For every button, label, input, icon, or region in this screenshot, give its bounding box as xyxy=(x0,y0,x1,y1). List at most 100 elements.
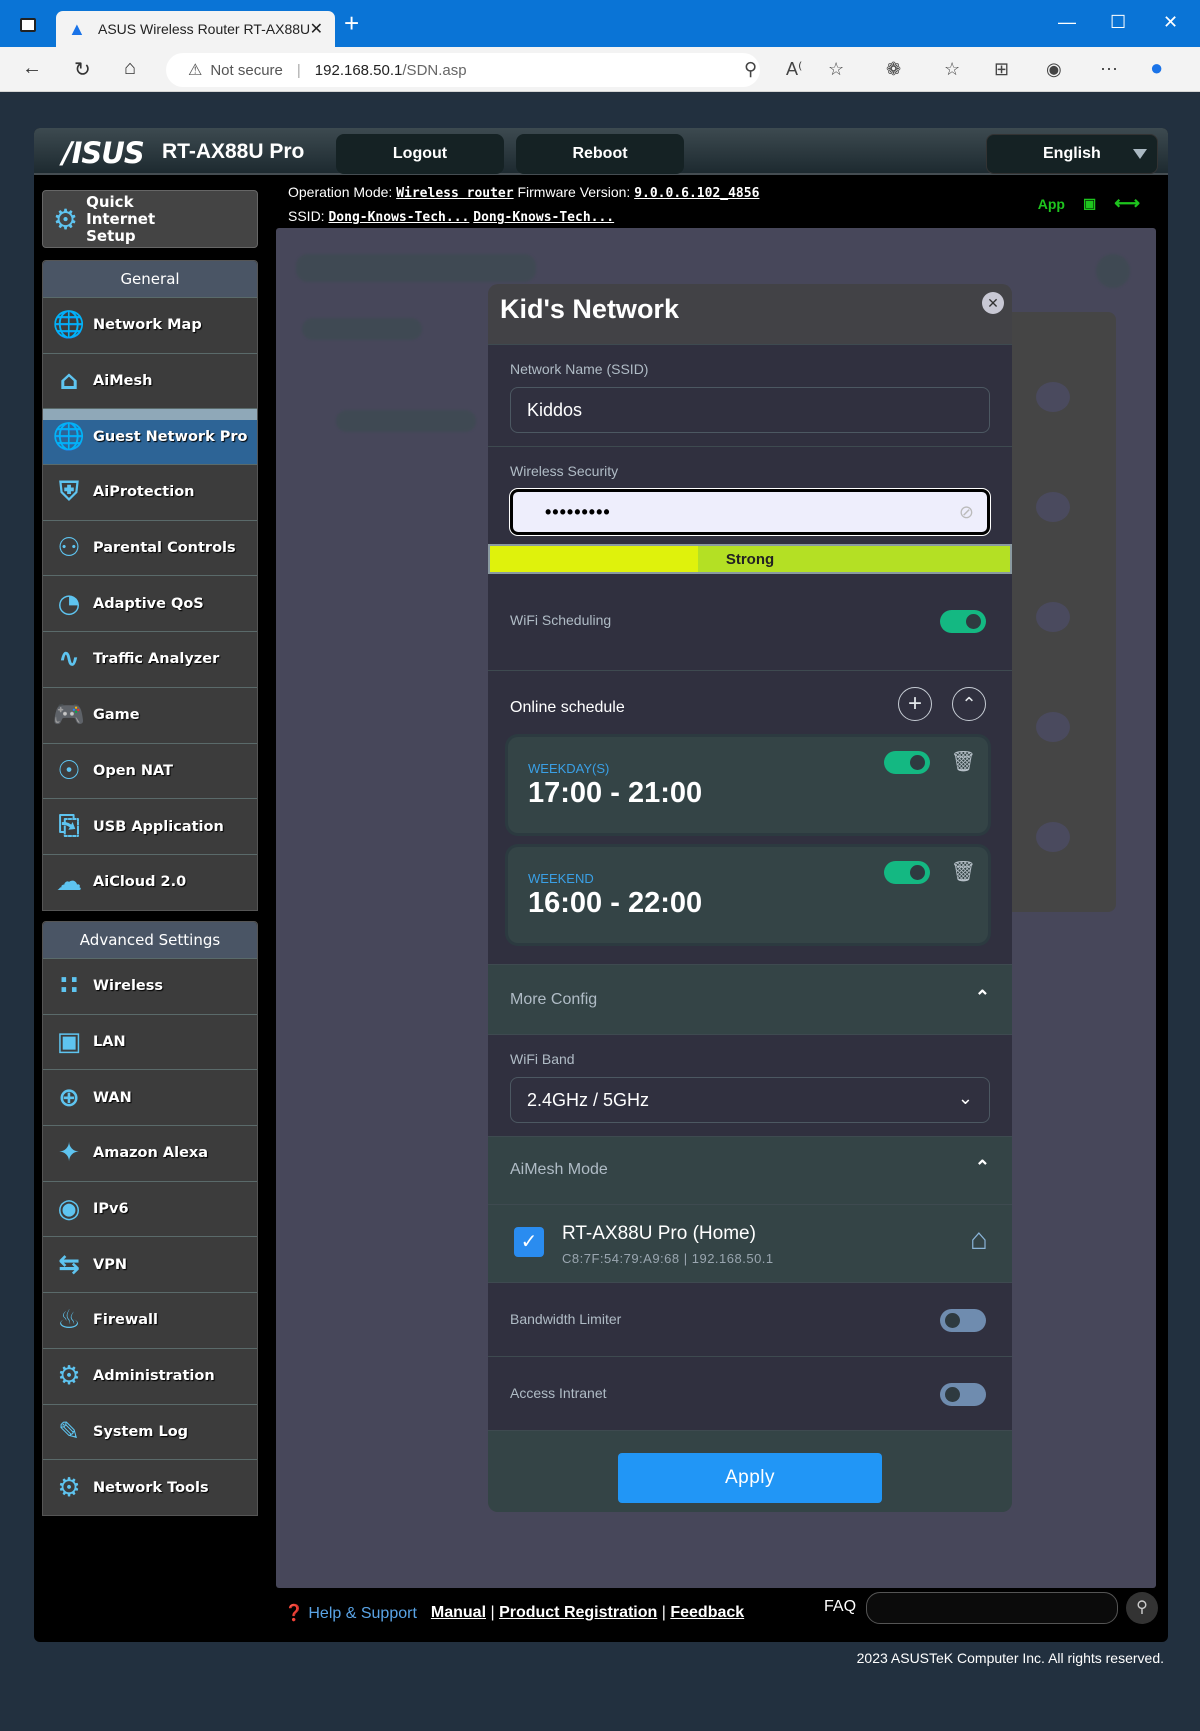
ssid-link-1[interactable]: Dong-Knows-Tech... xyxy=(328,210,469,225)
online-schedule-section: Online schedule + ⌃ WEEKDAY(S) 17:00 - 2… xyxy=(488,670,1012,964)
close-window-button[interactable]: ✕ xyxy=(1163,12,1178,33)
speedometer-icon: ◔ xyxy=(57,588,81,619)
bing-icon[interactable]: ● xyxy=(1150,55,1163,81)
schedule-days: WEEKEND xyxy=(528,871,594,886)
apply-button[interactable]: Apply xyxy=(618,1453,882,1503)
bandwidth-limiter-toggle[interactable] xyxy=(940,1309,986,1332)
sidebar-item-label: USB Application xyxy=(93,818,224,835)
access-intranet-toggle[interactable] xyxy=(940,1383,986,1406)
hide-password-icon[interactable]: ⊘ xyxy=(959,502,975,523)
password-input[interactable]: ••••••••• ⊘ xyxy=(510,489,990,535)
ipv6-icon: ◉ xyxy=(57,1194,81,1225)
ssid-input[interactable]: Kiddos xyxy=(510,387,990,433)
refresh-icon[interactable]: ↻ xyxy=(74,57,91,82)
background-dot xyxy=(1036,492,1070,522)
client-status-icon[interactable]: ▣ xyxy=(1083,195,1096,212)
close-tab-icon[interactable]: ✕ xyxy=(310,19,323,39)
sidebar-item-aimesh[interactable]: ⌂ AiMesh xyxy=(43,352,257,409)
home-icon[interactable]: ⌂ xyxy=(124,57,136,80)
sidebar-item-network-map[interactable]: 🌐 Network Map xyxy=(43,297,257,353)
help-support-link[interactable]: ❓ Help & Support xyxy=(284,1603,417,1623)
background-dot xyxy=(1036,712,1070,742)
wifi-scheduling-toggle[interactable] xyxy=(940,610,986,633)
key-icon[interactable]: ⚲ xyxy=(744,59,757,80)
access-intranet-section: Access Intranet xyxy=(488,1356,1012,1430)
password-value: ••••••••• xyxy=(545,501,611,522)
sidebar-item-aicloud-2-0[interactable]: ☁ AiCloud 2.0 xyxy=(43,853,257,910)
add-schedule-button[interactable]: + xyxy=(898,687,932,721)
asus-tab-icon: ▲ xyxy=(68,19,86,39)
quick-internet-setup[interactable]: ⚙ Quick Internet Setup xyxy=(42,190,258,248)
usb-status-icon[interactable]: ⟷ xyxy=(1114,193,1140,214)
extension-dong-icon[interactable]: ◉ xyxy=(1046,59,1062,80)
manual-link[interactable]: Manual xyxy=(431,1604,486,1622)
sidebar-item-amazon-alexa[interactable]: ✦ Amazon Alexa xyxy=(43,1125,257,1181)
wifi-band-select[interactable]: 2.4GHz / 5GHz ⌄ xyxy=(510,1077,990,1123)
registration-link[interactable]: Product Registration xyxy=(499,1604,657,1622)
maximize-button[interactable]: ☐ xyxy=(1110,12,1126,33)
schedule-card[interactable]: WEEKEND 16:00 - 22:00 🗑 xyxy=(508,847,988,943)
more-config-header[interactable]: More Config ⌃ xyxy=(488,964,1012,1034)
sidebar-item-lan[interactable]: ▣ LAN xyxy=(43,1013,257,1070)
toggle-knob xyxy=(910,865,925,880)
chevron-down-icon: ⌄ xyxy=(957,1088,973,1108)
toggle-knob xyxy=(945,1313,960,1328)
quick-setup-label: Quick Internet Setup xyxy=(86,192,156,245)
sidebar-item-firewall[interactable]: ♨ Firewall xyxy=(43,1292,257,1348)
firmware-link[interactable]: 9.0.0.6.102_4856 xyxy=(634,186,759,201)
add-favorite-icon[interactable]: ☆ xyxy=(828,59,844,80)
sidebar-item-guest-network-pro[interactable]: 🌐 Guest Network Pro xyxy=(43,408,257,465)
more-menu-icon[interactable]: ⋯ xyxy=(1100,59,1118,80)
address-bar: ← ↻ ⌂ ⚠ Not secure | 192.168.50.1 /SDN.a… xyxy=(0,47,1200,92)
aimesh-mode-header[interactable]: AiMesh Mode ⌃ xyxy=(488,1136,1012,1204)
sidebar-item-traffic-analyzer[interactable]: ∿ Traffic Analyzer xyxy=(43,631,257,687)
sidebar-item-label: Wireless xyxy=(93,978,164,995)
sidebar-item-game[interactable]: 🎮 Game xyxy=(43,686,257,743)
collections-icon[interactable]: ⊞ xyxy=(994,59,1009,80)
faq-search-input[interactable] xyxy=(866,1592,1118,1624)
back-icon[interactable]: ← xyxy=(22,57,42,80)
sidebar-item-adaptive-qos[interactable]: ◔ Adaptive QoS xyxy=(43,575,257,631)
sidebar-item-wireless[interactable]: ∷ Wireless xyxy=(43,958,257,1014)
sidebar-item-parental-controls[interactable]: ⚇ Parental Controls xyxy=(43,519,257,576)
sidebar-item-aiprotection[interactable]: ⛨ AiProtection xyxy=(43,464,257,520)
schedule-toggle[interactable] xyxy=(884,861,930,884)
extensions-icon[interactable]: ❁ xyxy=(886,59,901,80)
favorites-icon[interactable]: ☆ xyxy=(944,59,960,80)
language-select[interactable]: English xyxy=(986,134,1158,174)
feedback-link[interactable]: Feedback xyxy=(670,1604,744,1622)
ssid-link-2[interactable]: Dong-Knows-Tech... xyxy=(473,210,614,225)
dropdown-arrow-icon xyxy=(1133,149,1147,159)
new-tab-button[interactable]: + xyxy=(344,8,359,39)
schedule-toggle[interactable] xyxy=(884,751,930,774)
aimesh-node-checkbox[interactable]: ✓ xyxy=(514,1227,544,1257)
blurred-item xyxy=(336,410,476,432)
schedule-card[interactable]: WEEKDAY(S) 17:00 - 21:00 🗑 xyxy=(508,737,988,833)
sidebar-item-vpn[interactable]: ⇆ VPN xyxy=(43,1236,257,1292)
app-link[interactable]: App xyxy=(1038,196,1065,212)
sidebar-item-open-nat[interactable]: ☉ Open NAT xyxy=(43,742,257,799)
model-name: RT-AX88U Pro xyxy=(162,140,305,163)
tab-actions-icon[interactable] xyxy=(20,18,36,32)
sidebar-item-wan[interactable]: ⊕ WAN xyxy=(43,1069,257,1125)
url-input[interactable]: ⚠ Not secure | 192.168.50.1 /SDN.asp xyxy=(166,53,760,87)
shield-lock-icon: ⛨ xyxy=(59,476,79,507)
browser-tab[interactable]: ▲ ASUS Wireless Router RT-AX88U ✕ xyxy=(56,11,335,47)
reboot-button[interactable]: Reboot xyxy=(516,134,684,174)
read-aloud-icon[interactable]: A⁽ xyxy=(786,59,802,80)
sidebar-item-ipv6[interactable]: ◉ IPv6 xyxy=(43,1180,257,1237)
minimize-button[interactable]: — xyxy=(1058,12,1076,33)
delete-schedule-icon[interactable]: 🗑 xyxy=(951,859,976,884)
collapse-schedule-button[interactable]: ⌃ xyxy=(952,687,986,721)
logout-button[interactable]: Logout xyxy=(336,134,504,174)
sidebar-item-usb-application[interactable]: ⎘ USB Application xyxy=(43,798,257,854)
sidebar-item-administration[interactable]: ⚙ Administration xyxy=(43,1347,257,1404)
close-dialog-button[interactable]: ✕ xyxy=(982,292,1004,314)
sidebar-item-label: Parental Controls xyxy=(93,540,236,557)
operation-mode-link[interactable]: Wireless router xyxy=(396,186,513,201)
wifi-scheduling-section: WiFi Scheduling xyxy=(488,574,1012,670)
sidebar-item-network-tools[interactable]: ⚙ Network Tools xyxy=(43,1459,257,1515)
search-icon[interactable]: ⚲ xyxy=(1126,1592,1158,1624)
sidebar-item-system-log[interactable]: ✎ System Log xyxy=(43,1403,257,1460)
delete-schedule-icon[interactable]: 🗑 xyxy=(951,749,976,774)
